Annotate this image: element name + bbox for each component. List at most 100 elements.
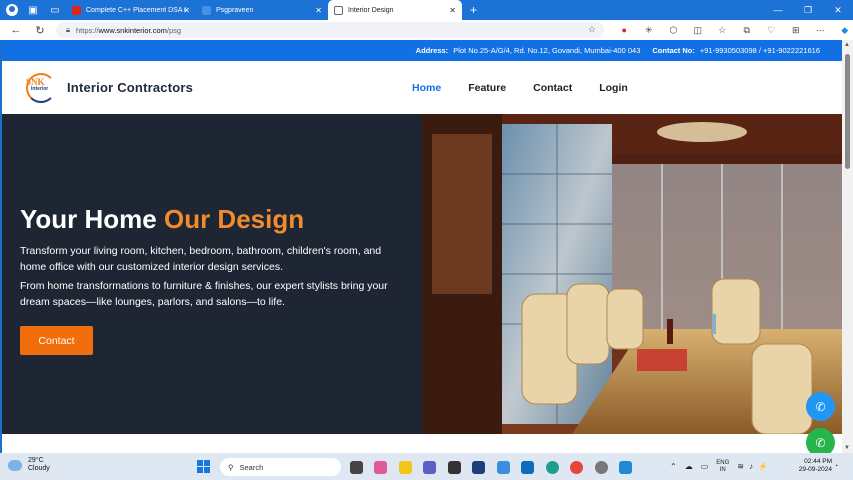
region-code: IN bbox=[719, 466, 726, 473]
refresh-icon[interactable]: ↻ bbox=[28, 20, 52, 40]
wifi-icon[interactable]: ≋ bbox=[737, 462, 744, 471]
notification-bell-icon[interactable]: ◔ bbox=[834, 463, 838, 470]
hero-paragraph-1: Transform your living room, kitchen, bed… bbox=[20, 245, 382, 273]
site-logo[interactable]: SNK Interior bbox=[26, 72, 56, 103]
start-button[interactable] bbox=[197, 460, 210, 473]
extension-ai-icon[interactable]: ✳ bbox=[637, 25, 662, 36]
task-view-icon[interactable] bbox=[344, 457, 369, 477]
extensions-icon[interactable]: ⬡ bbox=[661, 25, 686, 36]
pinned-apps bbox=[344, 456, 638, 478]
web-page: Address: Plot No.25-A/G/4, Rd. No.12, Go… bbox=[2, 40, 842, 453]
tab-label: Interior Design bbox=[348, 6, 394, 14]
url-path: /psg bbox=[166, 25, 182, 35]
maximize-icon[interactable]: ❐ bbox=[793, 0, 823, 20]
contact-value: +91-9930503098 / +91-9022221616 bbox=[699, 46, 820, 55]
file-explorer-icon[interactable] bbox=[393, 457, 418, 477]
weather-widget[interactable]: 29°C Cloudy bbox=[8, 457, 50, 473]
tab-cpp-dsa[interactable]: Complete C++ Placement DSA C ✕ bbox=[66, 0, 196, 20]
hero-section: Your Home Our Design Transform your livi… bbox=[2, 114, 842, 434]
workspaces-icon[interactable]: ▣ bbox=[22, 0, 44, 20]
outlook-icon[interactable] bbox=[516, 457, 541, 477]
language-indicator[interactable]: ENG IN bbox=[716, 460, 729, 474]
nav-feature[interactable]: Feature bbox=[468, 82, 506, 94]
site-favicon-icon bbox=[202, 5, 211, 15]
favorite-star-icon[interactable]: ☆ bbox=[588, 24, 596, 35]
more-menu-icon[interactable]: ⋯ bbox=[808, 25, 833, 36]
extensions-bar: ● ✳ ⬡ ◫ ☆ ⧉ ♡ ⊞ ⋯ ◆ bbox=[612, 20, 853, 40]
edge-icon[interactable] bbox=[540, 457, 565, 477]
cloud-icon[interactable]: ☁ bbox=[685, 462, 693, 471]
hero-contact-button[interactable]: Contact bbox=[20, 326, 93, 355]
clock-time: 02:44 PM bbox=[804, 458, 832, 465]
scroll-down-icon[interactable]: ▼ bbox=[844, 445, 850, 451]
youtube-icon bbox=[72, 5, 81, 15]
contact-info-bar: Address: Plot No.25-A/G/4, Rd. No.12, Go… bbox=[2, 40, 842, 61]
browser-titlebar: ▣ ▭ Complete C++ Placement DSA C ✕ Psgpr… bbox=[0, 0, 853, 20]
show-hidden-icons-icon[interactable]: ⌃ bbox=[670, 462, 677, 471]
store-icon[interactable] bbox=[442, 457, 467, 477]
close-tab-icon[interactable]: ✕ bbox=[449, 6, 456, 15]
nav-home[interactable]: Home bbox=[412, 82, 441, 94]
scroll-up-icon[interactable]: ▲ bbox=[844, 42, 850, 48]
hero-paragraph-2: From home transformations to furniture &… bbox=[20, 280, 388, 308]
photos-icon[interactable] bbox=[491, 457, 516, 477]
heart-icon[interactable]: ♡ bbox=[759, 25, 784, 36]
hero-title: Your Home Our Design bbox=[20, 204, 304, 235]
cloudy-weather-icon bbox=[8, 459, 22, 471]
battery-icon[interactable]: ▭ bbox=[701, 462, 709, 471]
minimize-icon[interactable]: — bbox=[763, 0, 793, 20]
address-value: Plot No.25-A/G/4, Rd. No.12, Govandi, Mu… bbox=[453, 46, 641, 55]
weather-temperature: 29°C bbox=[28, 457, 44, 464]
back-icon[interactable]: ← bbox=[4, 20, 28, 40]
browser-toolbar: ← ↻ 🔒︎ https://www.snkinterior.com/psg ☆… bbox=[0, 20, 853, 40]
weather-description: Cloudy bbox=[28, 465, 50, 472]
tab-actions-icon[interactable]: ▭ bbox=[44, 0, 66, 20]
vscode-icon[interactable] bbox=[614, 457, 639, 477]
language-code: ENG bbox=[716, 459, 730, 466]
copilot-app-icon[interactable] bbox=[369, 457, 394, 477]
search-icon: ⚲ bbox=[228, 462, 234, 472]
apps-icon[interactable]: ⊞ bbox=[784, 25, 809, 36]
app-l-icon[interactable] bbox=[467, 457, 492, 477]
contact-label: Contact No: bbox=[652, 46, 695, 55]
tab-psgpraveen[interactable]: Psgpraveen ✕ bbox=[196, 0, 328, 20]
nav-contact[interactable]: Contact bbox=[533, 82, 572, 94]
taskbar-search[interactable]: ⚲ Search bbox=[220, 458, 341, 476]
dining-room-illustration bbox=[422, 114, 842, 434]
site-header: SNK Interior Interior Contractors Home F… bbox=[2, 61, 842, 114]
clock-date: 29-09-2024 bbox=[798, 466, 832, 473]
page-below-fold bbox=[2, 434, 842, 453]
logo-subtext: Interior bbox=[31, 85, 49, 92]
favorites-icon[interactable]: ☆ bbox=[710, 25, 735, 36]
volume-icon[interactable]: ♪ bbox=[749, 462, 753, 471]
new-tab-button[interactable]: + bbox=[470, 3, 477, 17]
scroll-thumb[interactable] bbox=[845, 54, 850, 169]
system-tray: ⌃ ☁ ▭ ENG IN ≋ ♪ ⚡ bbox=[670, 453, 768, 480]
extension-red-icon[interactable]: ● bbox=[612, 25, 637, 35]
taskbar-clock[interactable]: 02:44 PM 29-09-2024 bbox=[792, 458, 832, 474]
nav-login[interactable]: Login bbox=[599, 82, 628, 94]
close-tab-icon[interactable]: ✕ bbox=[183, 6, 190, 15]
power-icon[interactable]: ⚡ bbox=[758, 462, 768, 471]
tab-label: Psgpraveen bbox=[216, 6, 254, 14]
close-tab-icon[interactable]: ✕ bbox=[315, 6, 322, 15]
hero-title-accent: Our Design bbox=[163, 204, 305, 234]
page-scrollbar[interactable]: ▲ ▼ bbox=[842, 40, 853, 453]
address-bar[interactable]: 🔒︎ https://www.snkinterior.com/psg ☆ bbox=[56, 22, 604, 38]
split-screen-icon[interactable]: ◫ bbox=[686, 25, 711, 36]
tab-interior-design[interactable]: Interior Design ✕ bbox=[328, 0, 462, 20]
copilot-icon[interactable]: ◆ bbox=[833, 25, 853, 36]
close-window-icon[interactable]: ✕ bbox=[823, 0, 853, 20]
profile-avatar[interactable] bbox=[6, 4, 18, 16]
settings-icon[interactable] bbox=[589, 457, 614, 477]
main-nav: Home Feature Contact Login bbox=[412, 61, 655, 114]
whatsapp-icon: ✆ bbox=[815, 435, 826, 450]
search-label: Search bbox=[239, 462, 264, 472]
collections-icon[interactable]: ⧉ bbox=[735, 25, 760, 36]
hero-title-main: Your Home bbox=[20, 204, 164, 234]
floating-whatsapp-button[interactable]: ✆ bbox=[806, 428, 835, 453]
floating-call-button[interactable]: ✆ bbox=[806, 392, 835, 421]
chrome-icon[interactable] bbox=[565, 457, 590, 477]
teams-icon[interactable] bbox=[418, 457, 443, 477]
phone-icon: ✆ bbox=[815, 399, 826, 414]
